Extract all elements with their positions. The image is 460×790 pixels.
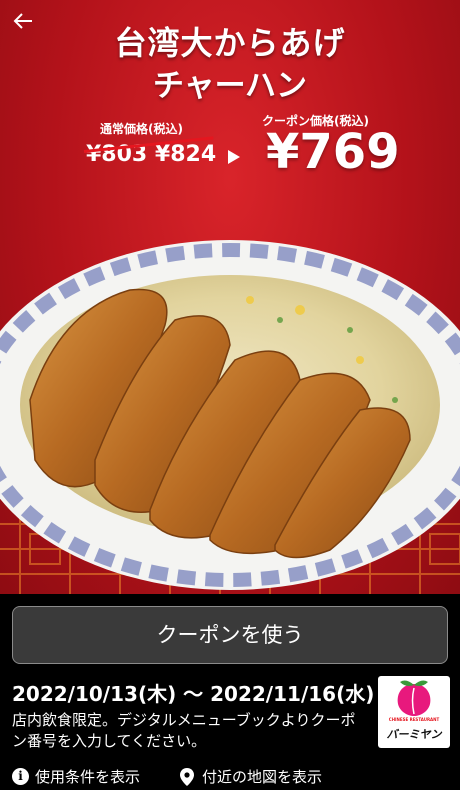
coupon-panel: クーポンを使う 2022/10/13(木) 〜 2022/11/16(水) 店内… — [0, 594, 460, 790]
triangle-right-icon — [228, 150, 240, 164]
product-title-line1: 台湾大からあげ — [114, 24, 346, 62]
show-map-link[interactable]: 付近の地図を表示 — [180, 766, 322, 787]
brand-logo: CHINESE RESTAURANT バーミヤン — [378, 676, 450, 748]
peach-icon — [397, 680, 431, 716]
use-coupon-button[interactable]: クーポンを使う — [12, 606, 448, 664]
show-terms-link[interactable]: i 使用条件を表示 — [12, 766, 140, 787]
product-title-line2: チャーハン — [152, 68, 308, 104]
coupon-price: ¥769 — [266, 124, 400, 180]
brand-name: バーミヤン — [386, 728, 442, 741]
hero-banner: 台湾大からあげ チャーハン 通常価格(税込) ¥803 ¥824 クーポン価格(… — [0, 0, 460, 594]
show-map-label: 付近の地図を表示 — [202, 768, 323, 786]
validity-period: 2022/10/13(木) 〜 2022/11/16(水) — [12, 682, 375, 706]
map-pin-icon — [180, 767, 194, 786]
brand-tagline: CHINESE RESTAURANT — [388, 717, 440, 722]
info-icon: i — [12, 768, 29, 785]
food-photo — [0, 240, 460, 590]
show-terms-label: 使用条件を表示 — [35, 768, 141, 786]
regular-price-label: 通常価格(税込) — [100, 122, 183, 136]
usage-note: 店内飲食限定。デジタルメニューブックよりクーポン番号を入力してください。 — [12, 711, 356, 750]
